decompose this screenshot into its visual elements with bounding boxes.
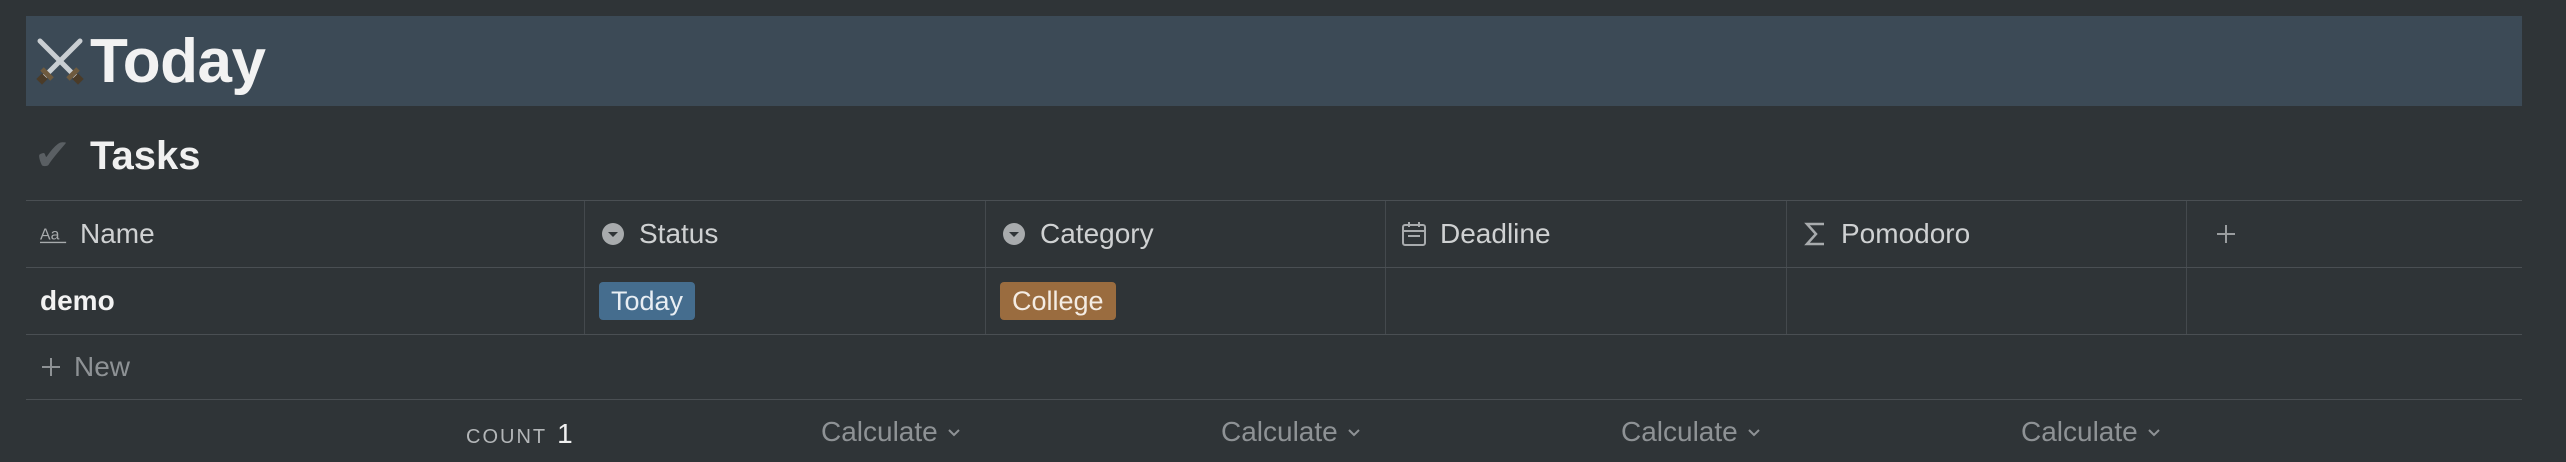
calculate-status[interactable]: Calculate bbox=[821, 416, 962, 448]
calculate-category[interactable]: Calculate bbox=[1221, 416, 1362, 448]
database-header: ✔ Tasks bbox=[34, 128, 200, 184]
database-title[interactable]: Tasks bbox=[90, 134, 200, 179]
chevron-down-icon bbox=[1748, 429, 1760, 437]
cell-deadline[interactable] bbox=[1386, 268, 1787, 334]
sigma-formula-icon bbox=[1801, 220, 1829, 248]
calculate-label: Calculate bbox=[821, 416, 938, 447]
calculate-label: Calculate bbox=[1621, 416, 1738, 447]
page: Today ✔ Tasks Aa Name Status Category De… bbox=[0, 0, 2566, 462]
new-row-label: New bbox=[74, 351, 131, 382]
checkmark-icon: ✔ bbox=[34, 131, 71, 180]
calendar-icon bbox=[1400, 220, 1428, 248]
chevron-down-icon bbox=[2148, 429, 2160, 437]
plus-icon bbox=[2215, 215, 2237, 254]
cell-status[interactable]: Today bbox=[585, 268, 986, 334]
cell-name[interactable]: demo bbox=[26, 268, 585, 334]
calculate-label: Calculate bbox=[1221, 416, 1338, 447]
column-label: Pomodoro bbox=[1841, 218, 1971, 249]
status-tag: Today bbox=[599, 282, 696, 320]
column-label: Deadline bbox=[1440, 218, 1551, 249]
cell-category[interactable]: College bbox=[986, 268, 1386, 334]
calculate-pomodoro[interactable]: Calculate bbox=[2021, 416, 2162, 448]
column-label: Category bbox=[1040, 218, 1154, 249]
column-header-name[interactable]: Aa Name bbox=[26, 201, 585, 267]
tasks-table: Aa Name Status Category Deadline Pomodor… bbox=[26, 200, 2522, 462]
page-title[interactable]: Today bbox=[90, 26, 266, 97]
page-header-banner: Today bbox=[26, 16, 2522, 106]
chevron-down-icon bbox=[948, 429, 960, 437]
count-label: COUNT bbox=[466, 426, 548, 448]
table-row[interactable]: demo Today College bbox=[26, 268, 2522, 335]
plus-icon bbox=[40, 348, 62, 387]
new-row-button[interactable]: New bbox=[26, 335, 2522, 400]
table-header-row: Aa Name Status Category Deadline Pomodor… bbox=[26, 200, 2522, 268]
calculate-label: Calculate bbox=[2021, 416, 2138, 447]
count-value: 1 bbox=[557, 418, 573, 449]
crossed-swords-icon[interactable] bbox=[30, 31, 90, 91]
column-header-category[interactable]: Category bbox=[986, 201, 1386, 267]
calculation-row: COUNT 1 Calculate Calculate Calculate Ca… bbox=[26, 400, 2522, 462]
chevron-down-icon bbox=[1348, 429, 1360, 437]
column-label: Status bbox=[639, 218, 719, 249]
category-tag: College bbox=[1000, 282, 1116, 320]
row-name[interactable]: demo bbox=[40, 285, 115, 317]
cell-empty bbox=[2187, 268, 2522, 334]
text-property-icon: Aa bbox=[40, 220, 68, 248]
select-property-icon bbox=[599, 220, 627, 248]
select-property-icon bbox=[1000, 220, 1028, 248]
cell-pomodoro[interactable] bbox=[1787, 268, 2187, 334]
column-header-pomodoro[interactable]: Pomodoro bbox=[1787, 201, 2187, 267]
calculate-deadline[interactable]: Calculate bbox=[1621, 416, 1762, 448]
add-column-button[interactable] bbox=[2187, 201, 2522, 267]
column-header-status[interactable]: Status bbox=[585, 201, 986, 267]
svg-text:Aa: Aa bbox=[40, 227, 60, 244]
column-header-deadline[interactable]: Deadline bbox=[1386, 201, 1787, 267]
count-calculation[interactable]: COUNT 1 bbox=[466, 418, 573, 450]
column-label: Name bbox=[80, 218, 155, 249]
